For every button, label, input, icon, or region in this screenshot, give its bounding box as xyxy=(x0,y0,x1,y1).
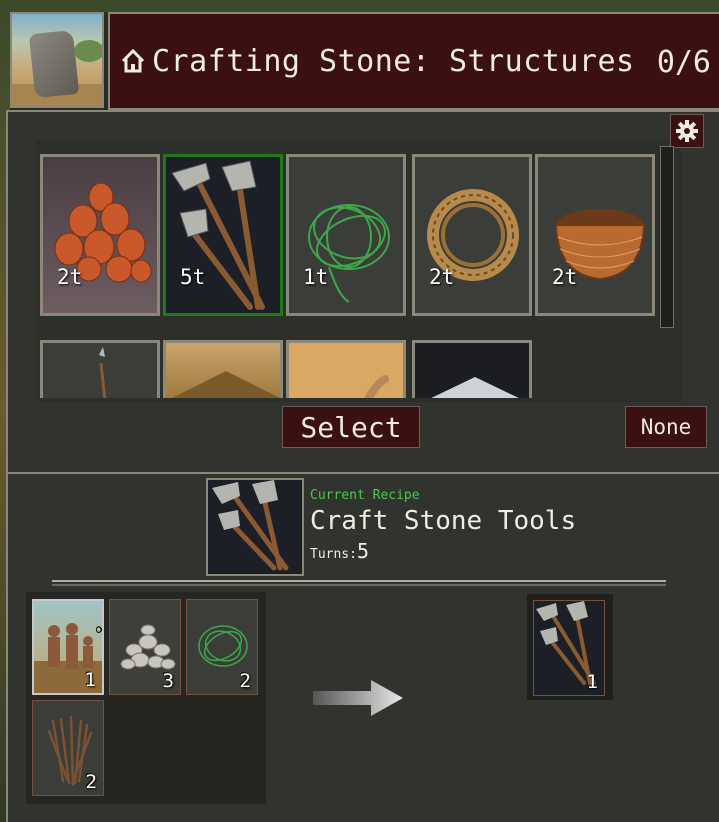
recipe-scrollbar[interactable] xyxy=(660,146,674,328)
current-recipe-thumbnail xyxy=(206,478,304,576)
turns-label: 1t xyxy=(303,265,329,289)
sand-clearing-icon xyxy=(364,375,389,398)
turns-value: 5 xyxy=(356,539,370,563)
recipe-divider xyxy=(52,580,666,586)
recipe-card-spears[interactable] xyxy=(40,340,160,398)
input-slot-workers[interactable]: ∞ 1 xyxy=(32,599,104,695)
quantity: 3 xyxy=(162,670,174,692)
cordage-icon xyxy=(308,204,390,303)
thatch-hut-icon xyxy=(172,371,280,398)
recipe-card-thatch-hut[interactable] xyxy=(163,340,283,398)
none-button[interactable]: None xyxy=(625,406,707,448)
quantity: 2 xyxy=(239,670,251,692)
stone-tools-icon xyxy=(212,480,289,571)
quantity: 2 xyxy=(85,771,97,793)
spears-icon xyxy=(99,347,107,398)
recipe-card-basket[interactable]: 2t xyxy=(535,154,655,316)
turns-label: 2t xyxy=(552,265,578,289)
select-button[interactable]: Select xyxy=(282,406,420,448)
stone-tools-icon xyxy=(171,160,265,310)
turns-text: Turns: xyxy=(310,547,357,562)
output-slot-stone-tools[interactable]: 1 xyxy=(533,600,605,696)
tent-icon xyxy=(431,377,519,398)
recipe-card-cordage[interactable]: 1t xyxy=(286,154,406,316)
current-recipe-name: Craft Stone Tools xyxy=(310,506,577,536)
recipe-card-sand-clearing[interactable] xyxy=(286,340,406,398)
structure-thumbnail xyxy=(10,12,104,108)
background-edge-top xyxy=(0,0,719,12)
recipe-card-pottery[interactable]: 2t xyxy=(40,154,160,316)
arrow-right-icon xyxy=(313,680,403,716)
input-slot-stones[interactable]: 3 xyxy=(109,599,181,695)
quantity: 1 xyxy=(84,669,96,691)
current-recipe-turns: Turns:5 xyxy=(310,539,369,563)
pottery-icon xyxy=(54,182,152,283)
input-slot-sticks[interactable]: 2 xyxy=(32,700,104,796)
recipe-card-stone-tools[interactable]: 5t xyxy=(163,154,283,316)
basket-icon xyxy=(554,209,646,281)
input-slot-cordage[interactable]: 2 xyxy=(186,599,258,695)
settings-button[interactable] xyxy=(670,114,704,148)
home-icon[interactable] xyxy=(120,48,146,74)
section-divider xyxy=(6,472,719,474)
recipe-card-rope[interactable]: 2t xyxy=(412,154,532,316)
progress-count: 0/6 xyxy=(656,45,711,80)
page-title: Crafting Stone: Structures xyxy=(152,43,635,79)
turns-label: 2t xyxy=(429,265,455,289)
recipe-card-dark-tent[interactable] xyxy=(412,340,532,398)
rope-icon xyxy=(427,189,519,281)
turns-label: 2t xyxy=(57,265,83,289)
current-recipe-label: Current Recipe xyxy=(310,488,420,503)
header-bar: Crafting Stone: Structures 0/6 xyxy=(108,12,719,110)
turns-label: 5t xyxy=(180,265,206,289)
gear-icon xyxy=(676,120,698,142)
infinity-icon: ∞ xyxy=(94,619,104,640)
quantity: 1 xyxy=(586,671,598,693)
